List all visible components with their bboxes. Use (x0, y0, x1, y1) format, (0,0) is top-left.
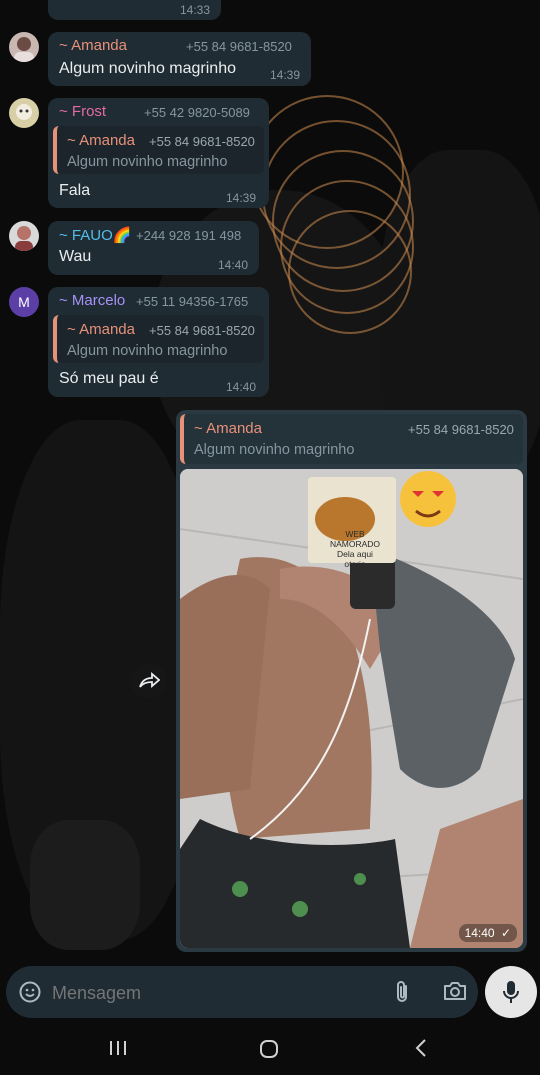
sticker-emoji-icon[interactable] (18, 980, 42, 1004)
message-bubble[interactable]: ~ Amanda +55 84 9681-8520 Algum novinho … (48, 32, 311, 86)
quoted-phone: +55 84 9681-8520 (149, 323, 255, 338)
message-time: 14:40 (218, 258, 249, 272)
sender-name[interactable]: ~ Frost (59, 103, 106, 120)
message-input[interactable] (50, 978, 354, 1008)
message-time: 14:40 (226, 380, 257, 394)
microphone-icon (503, 981, 519, 1003)
image-attachment[interactable]: WEB NAMORADO Dela aqui otario 14:40 ✓ (180, 469, 523, 948)
message-text: Fala (59, 182, 91, 199)
quoted-message[interactable]: ~ Amanda +55 84 9681-8520 Algum novinho … (53, 126, 264, 174)
quoted-sender: ~ Amanda (67, 132, 135, 149)
camera-icon[interactable] (442, 980, 468, 1002)
sticker-text: NAMORADO (329, 539, 381, 549)
message-text: Só meu pau é (59, 370, 159, 387)
message-bubble[interactable]: ~ Marcelo +55 11 94356-1765 ~ Amanda +55… (48, 287, 269, 397)
avatar-photo (14, 37, 34, 62)
sender-name[interactable]: ~ Marcelo (59, 292, 125, 309)
quoted-sender: ~ Amanda (194, 420, 262, 437)
sent-check-icon: ✓ (500, 926, 511, 940)
system-navigation-bar (0, 1030, 540, 1075)
avatar-photo (16, 104, 32, 120)
sender-phone: +55 11 94356-1765 (136, 294, 249, 309)
voice-record-button[interactable] (485, 966, 537, 1018)
avatar[interactable] (9, 32, 39, 62)
message-time: 14:40 (464, 926, 495, 940)
sticker-text: Dela aqui (337, 549, 373, 559)
message-text: Wau (59, 248, 92, 265)
sender-phone: +55 84 9681-8520 (186, 39, 292, 54)
quoted-text: Algum novinho magrinho (67, 154, 228, 170)
forward-icon (139, 672, 160, 688)
quoted-message[interactable]: ~ Amanda +55 84 9681-8520 Algum novinho … (180, 414, 523, 464)
back-icon[interactable] (412, 1038, 430, 1058)
message-bubble[interactable]: ~ FAUO🌈 +244 928 191 498 Wau 14:40 (48, 221, 259, 275)
home-icon[interactable] (258, 1038, 280, 1060)
quoted-phone: +55 84 9681-8520 (149, 134, 255, 149)
message-time: 14:33 (180, 3, 211, 17)
sender-name[interactable]: ~ FAUO🌈 (59, 226, 131, 244)
avatar[interactable] (9, 221, 39, 251)
sticker-text: WEB (345, 529, 365, 539)
avatar-letter: M (18, 294, 30, 310)
message-time: 14:39 (226, 191, 257, 205)
message-input-bar[interactable] (6, 966, 478, 1018)
avatar[interactable] (9, 98, 39, 128)
sticker-text: otario (344, 559, 366, 569)
quoted-text: Algum novinho magrinho (67, 343, 228, 359)
avatar[interactable]: M (9, 287, 39, 317)
quoted-text: Algum novinho magrinho (194, 442, 355, 458)
recents-icon[interactable] (108, 1039, 128, 1057)
message-bubble[interactable]: ~ Frost +55 42 9820-5089 ~ Amanda +55 84… (48, 98, 269, 208)
message-text: Algum novinho magrinho (59, 60, 236, 77)
paperclip-icon[interactable] (391, 979, 413, 1005)
quoted-sender: ~ Amanda (67, 321, 135, 338)
quoted-phone: +55 84 9681-8520 (408, 422, 514, 437)
sender-phone: +244 928 191 498 (136, 228, 242, 243)
quoted-message[interactable]: ~ Amanda +55 84 9681-8520 Algum novinho … (53, 315, 264, 363)
forward-button[interactable] (131, 663, 167, 699)
sender-name[interactable]: ~ Amanda (59, 37, 127, 54)
sticker-label: WEB NAMORADO Dela aqui otario (313, 529, 397, 569)
message-time: 14:39 (270, 68, 301, 82)
sender-phone: +55 42 9820-5089 (144, 105, 250, 120)
message-bubble[interactable]: ~ Amanda +55 84 9681-8520 Algum novinho … (176, 410, 527, 952)
avatar-photo (15, 226, 33, 251)
image-meta: 14:40 ✓ (458, 924, 517, 942)
message-bubble[interactable]: 14:33 (48, 0, 221, 20)
